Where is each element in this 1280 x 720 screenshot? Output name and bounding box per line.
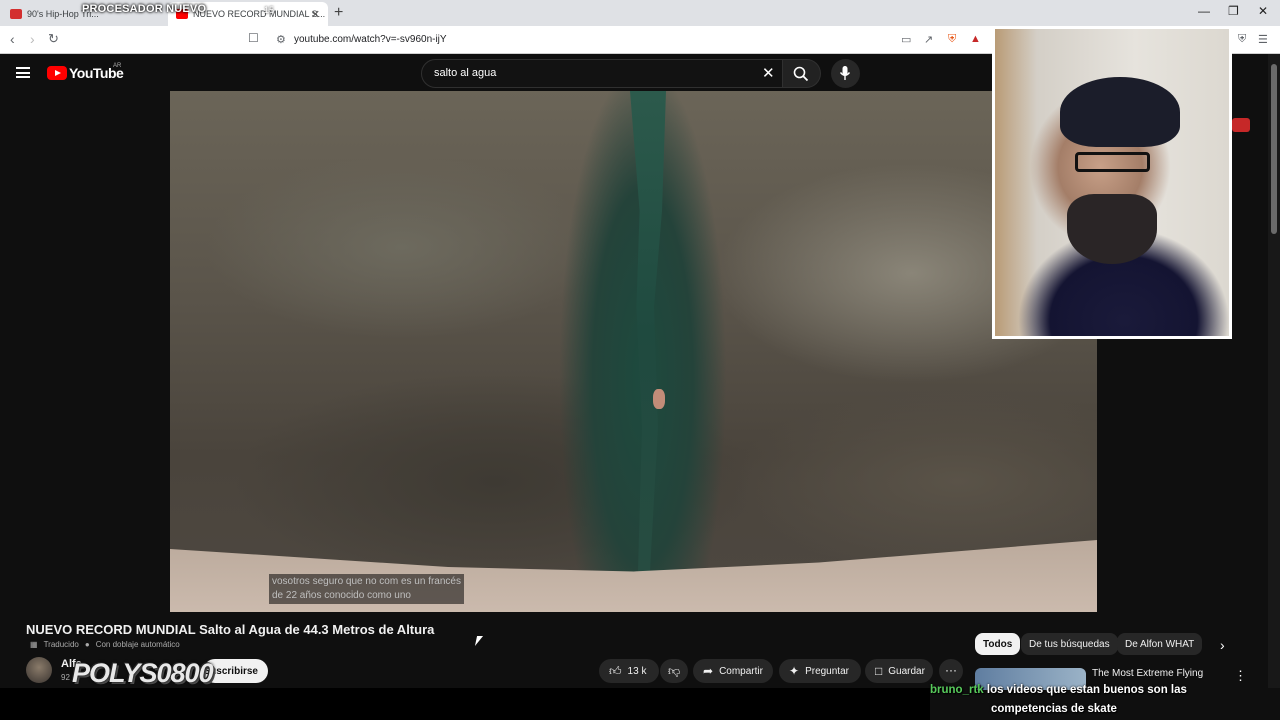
- recommended-title[interactable]: The Most Extreme Flying: [1092, 668, 1203, 679]
- maximize-button[interactable]: ❐: [1228, 4, 1239, 18]
- account-avatar[interactable]: [1232, 118, 1250, 132]
- dislike-button[interactable]: 👎︎: [660, 659, 688, 683]
- caption-line-1: vosotros seguro que no com es un francés: [272, 576, 461, 587]
- url-field[interactable]: youtube.com/watch?v=-sv960n-ijY: [294, 34, 447, 45]
- menu-icon[interactable]: [16, 67, 30, 78]
- clear-search-icon[interactable]: ✕: [762, 64, 775, 82]
- chip-de-tus-busquedas[interactable]: De tus búsquedas: [1021, 633, 1118, 655]
- browser-menu-icon[interactable]: ☰: [1258, 33, 1268, 46]
- like-button[interactable]: 👍︎ 13 k: [599, 659, 659, 683]
- brave-shield-icon[interactable]: ⛨: [948, 33, 956, 46]
- stream-chat-message: bruno_rtk los videos que estan buenos so…: [930, 681, 1280, 719]
- site-info-icon[interactable]: ⚙: [276, 33, 286, 46]
- search-icon: [793, 66, 809, 82]
- chat-username: bruno_rtk: [930, 684, 984, 696]
- share-icon: ➦: [703, 664, 714, 678]
- mouse-cursor: [474, 636, 484, 646]
- stream-bottom-bar: [0, 688, 930, 720]
- caption-line-2: de 22 años conocido como uno: [272, 590, 411, 601]
- tab-label: NUEVO RECORD MUNDIAL S...: [193, 9, 326, 19]
- vpn-icon[interactable]: ⛨: [1238, 33, 1246, 46]
- chat-text-2: competencias de skate: [991, 703, 1117, 715]
- chat-text-1: los videos que estan buenos son las: [986, 684, 1187, 696]
- voice-search-button[interactable]: [831, 59, 860, 88]
- ask-button[interactable]: ✦ Preguntar: [779, 659, 861, 683]
- like-count: 13 k: [627, 665, 647, 677]
- search-button[interactable]: [783, 59, 821, 88]
- back-icon[interactable]: ‹: [10, 31, 15, 47]
- like-icon: 👍︎: [609, 663, 622, 678]
- sparkle-icon: ✦: [789, 664, 800, 678]
- webcam-glasses: [1075, 152, 1150, 172]
- webcam-beard: [1067, 194, 1157, 264]
- reload-icon[interactable]: ↻: [48, 31, 59, 47]
- save-button[interactable]: □ Guardar: [865, 659, 933, 683]
- save-icon: □: [875, 664, 883, 678]
- forward-icon[interactable]: ›: [30, 31, 35, 47]
- more-actions-button[interactable]: ···: [939, 659, 963, 683]
- video-river: [630, 91, 666, 571]
- bookmark-icon[interactable]: ☐: [248, 31, 259, 45]
- video-jumper: [653, 389, 665, 409]
- share-label: Compartir: [719, 665, 763, 677]
- video-player[interactable]: vosotros seguro que no com es un francés…: [170, 91, 1097, 612]
- channel-subscribers: 92: [61, 673, 70, 682]
- youtube-play-icon: [47, 66, 67, 80]
- dubbing-label: Con doblaje automático: [95, 640, 180, 649]
- chip-todos[interactable]: Todos: [975, 633, 1021, 655]
- translated-label: Traducido: [43, 640, 79, 649]
- share-button[interactable]: ➦ Compartir: [693, 659, 773, 683]
- country-code: AR: [113, 63, 122, 69]
- video-title: NUEVO RECORD MUNDIAL Salto al Agua de 44…: [26, 622, 435, 637]
- stream-overlay-count: 15: [264, 5, 275, 15]
- browser-tab-bar: 90's Hip-Hop Tri... NUEVO RECORD MUNDIAL…: [0, 0, 1280, 26]
- page-scrollbar[interactable]: [1268, 54, 1280, 688]
- close-tab-icon[interactable]: ✕: [311, 8, 320, 21]
- mic-icon: [839, 66, 851, 80]
- tab-favicon: [10, 9, 22, 19]
- new-tab-button[interactable]: +: [334, 4, 343, 22]
- channel-avatar[interactable]: [26, 657, 52, 683]
- dislike-icon: 👎︎: [668, 663, 681, 678]
- webcam-overlay: [992, 26, 1232, 339]
- webcam-hair: [1060, 77, 1180, 147]
- ask-label: Preguntar: [805, 665, 849, 677]
- save-label: Guardar: [888, 665, 925, 677]
- stream-logo-overlay: POLYS0800: [72, 658, 214, 688]
- video-meta: ▦ Traducido ● Con doblaje automático: [30, 640, 180, 649]
- chevron-right-icon[interactable]: ›: [1220, 637, 1225, 653]
- dubbing-icon: ●: [84, 640, 90, 649]
- chip-de-alfon-what[interactable]: De Alfon WHAT: [1117, 633, 1203, 655]
- cast-icon[interactable]: ▭: [901, 33, 911, 46]
- stream-overlay-title: PROCESADOR NUEVO: [82, 3, 207, 15]
- youtube-logo[interactable]: YouTube: [47, 65, 124, 81]
- scrollbar-thumb[interactable]: [1271, 64, 1277, 234]
- rewards-icon[interactable]: ▲: [970, 33, 981, 45]
- search-box[interactable]: salto al agua ✕: [421, 59, 783, 88]
- video-caption: vosotros seguro que no com es un francés…: [269, 574, 464, 604]
- search-input[interactable]: salto al agua: [434, 67, 496, 79]
- share-page-icon[interactable]: ↗: [924, 33, 933, 46]
- minimize-button[interactable]: —: [1198, 4, 1210, 18]
- close-window-button[interactable]: ✕: [1258, 4, 1268, 18]
- translate-icon: ▦: [30, 640, 38, 649]
